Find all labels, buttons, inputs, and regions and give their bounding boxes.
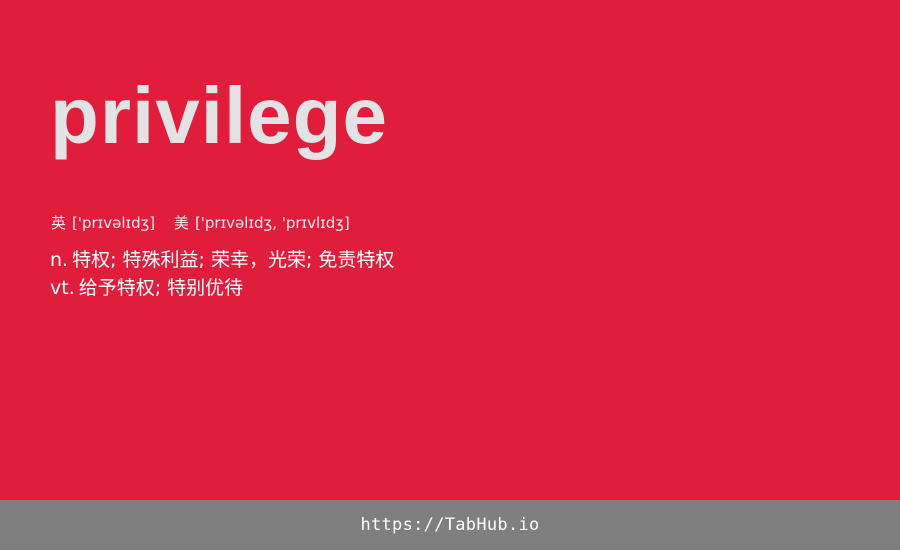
phonetic-us-ipa: ['prɪvəlɪdʒ, 'prɪvlɪdʒ] [194, 214, 350, 232]
phonetic-uk: 英 ['prɪvəlɪdʒ] [51, 212, 155, 234]
tabhub-link[interactable]: https://TabHub.io [360, 515, 539, 535]
definition-verb: vt. 给予特权; 特别优待 [50, 274, 394, 302]
phonetic-uk-ipa: ['prɪvəlɪdʒ] [72, 214, 156, 232]
definition-meaning: 特权; 特殊利益; 荣幸，光荣; 免责特权 [72, 249, 395, 271]
definition-pos: vt. [50, 277, 75, 299]
footer-bar: https://TabHub.io [0, 500, 900, 550]
phonetics-row: 英 ['prɪvəlɪdʒ] 美 ['prɪvəlɪdʒ, 'prɪvlɪdʒ] [51, 212, 350, 234]
headword: privilege [50, 71, 389, 160]
phonetic-us-label: 美 [173, 214, 189, 232]
phonetic-us: 美 ['prɪvəlɪdʒ, 'prɪvlɪdʒ] [174, 212, 350, 234]
definition-noun: n. 特权; 特殊利益; 荣幸，光荣; 免责特权 [50, 246, 394, 274]
definition-meaning: 给予特权; 特别优待 [78, 277, 244, 299]
definitions-list: n. 特权; 特殊利益; 荣幸，光荣; 免责特权 vt. 给予特权; 特别优待 [50, 246, 394, 302]
definition-pos: n. [50, 249, 69, 271]
phonetic-uk-label: 英 [51, 214, 67, 232]
word-card: privilege 英 ['prɪvəlɪdʒ] 美 ['prɪvəlɪdʒ, 'p… [0, 0, 900, 500]
